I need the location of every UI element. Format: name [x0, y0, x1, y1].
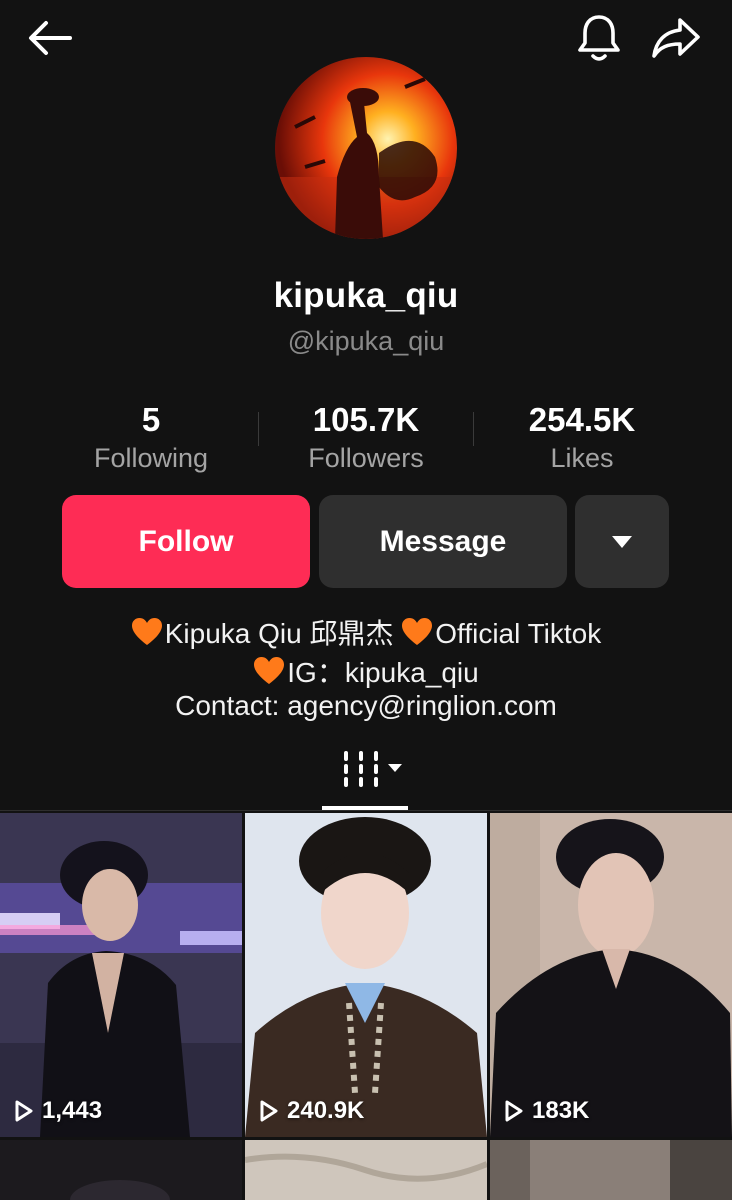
followers-label: Followers — [308, 443, 424, 473]
bio-line-2: IG：kipuka_qiu — [0, 651, 732, 691]
view-count: 1,443 — [14, 1097, 102, 1125]
video-thumbnail[interactable] — [490, 1140, 732, 1200]
orange-heart-icon — [402, 618, 433, 645]
stat-divider — [258, 412, 259, 446]
video-thumbnail[interactable]: 1,443 — [0, 813, 242, 1137]
likes-label: Likes — [550, 443, 614, 473]
stat-likes[interactable]: 254.5K Likes — [482, 400, 682, 476]
caret-down-icon — [612, 535, 632, 548]
likes-count: 254.5K — [528, 401, 636, 438]
video-thumbnail-image — [0, 813, 242, 1137]
video-thumbnail[interactable]: 183K — [490, 813, 732, 1137]
avatar[interactable] — [275, 57, 457, 239]
bell-icon — [578, 15, 620, 61]
play-icon — [505, 1100, 523, 1122]
following-label: Following — [93, 443, 209, 473]
video-thumbnail-image — [245, 813, 487, 1137]
share-button[interactable] — [644, 10, 708, 66]
video-thumbnail-image — [490, 1140, 732, 1200]
view-count-text: 183K — [532, 1097, 590, 1124]
video-thumbnail[interactable] — [0, 1140, 242, 1200]
notification-bell-button[interactable] — [568, 10, 630, 66]
stat-divider — [473, 412, 474, 446]
view-count-text: 1,443 — [42, 1097, 103, 1124]
play-icon — [15, 1100, 33, 1122]
username-handle: @kipuka_qiu — [287, 326, 445, 356]
stat-followers[interactable]: 105.7K Followers — [266, 400, 466, 476]
back-button[interactable] — [18, 12, 82, 64]
view-count-text: 240.9K — [287, 1097, 365, 1124]
share-icon — [652, 18, 700, 58]
video-thumbnail[interactable]: 240.9K — [245, 813, 487, 1137]
orange-heart-icon — [131, 618, 162, 645]
video-thumbnail-image — [0, 1140, 242, 1200]
message-button[interactable]: Message — [319, 495, 567, 588]
video-thumbnail-image — [245, 1140, 487, 1200]
suggested-accounts-button[interactable] — [575, 495, 669, 588]
view-count: 240.9K — [259, 1097, 364, 1125]
bio-line-1: Kipuka Qiu 邱鼎杰 Official Tiktok — [0, 612, 732, 652]
view-count: 183K — [504, 1097, 589, 1125]
bio-text: IG：kipuka_qiu — [287, 657, 479, 688]
video-thumbnail[interactable] — [245, 1140, 487, 1200]
avatar-image — [275, 57, 457, 239]
tab-videos[interactable] — [322, 745, 410, 811]
arrow-left-icon — [29, 21, 72, 55]
bio-text: Kipuka Qiu 邱鼎杰 — [164, 618, 402, 649]
followers-count: 105.7K — [312, 401, 420, 438]
orange-heart-icon — [254, 657, 285, 684]
bio-text: Official Tiktok — [435, 618, 602, 649]
display-name: kipuka_qiu — [273, 276, 459, 315]
bio-line-3: Contact: agency@ringlion.com — [0, 690, 732, 722]
play-icon — [260, 1100, 278, 1122]
following-count: 5 — [141, 401, 161, 438]
follow-button[interactable]: Follow — [62, 495, 310, 588]
bio-contact[interactable]: Contact: agency@ringlion.com — [175, 690, 557, 721]
stat-following[interactable]: 5 Following — [51, 400, 251, 476]
grid-icon — [344, 751, 402, 787]
tab-divider — [0, 810, 732, 811]
video-thumbnail-image — [490, 813, 732, 1137]
